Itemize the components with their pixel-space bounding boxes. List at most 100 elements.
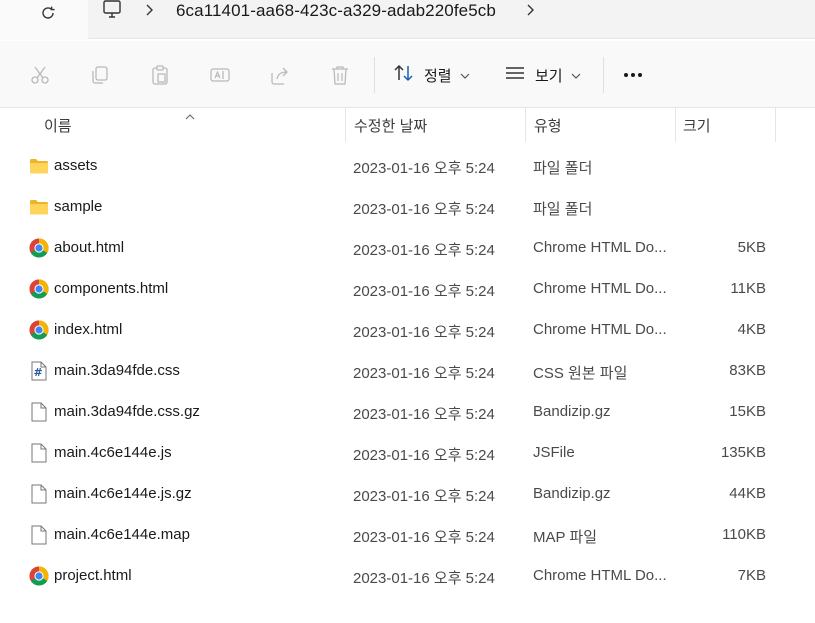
file-name: index.html xyxy=(54,321,123,338)
column-type-label: 유형 xyxy=(534,117,562,135)
file-type: 파일 폴더 xyxy=(533,160,593,177)
file-name: assets xyxy=(54,157,98,174)
rename-icon[interactable] xyxy=(208,63,232,87)
folder-icon xyxy=(29,156,49,176)
file-name: main.4c6e144e.js.gz xyxy=(54,485,192,502)
file-row[interactable]: index.html 2023-01-16 오후 5:24 Chrome HTML … xyxy=(0,310,815,351)
file-icon xyxy=(29,525,49,545)
chrome-icon xyxy=(29,279,49,299)
file-modified-date: 2023-01-16 오후 5:24 xyxy=(353,406,495,423)
file-row[interactable]: assets 2023-01-16 오후 5:24 파일 폴더 xyxy=(0,146,815,187)
file-size: 44KB xyxy=(729,485,766,502)
file-size: 4KB xyxy=(737,321,766,338)
file-size: 7KB xyxy=(737,567,766,584)
file-modified-date: 2023-01-16 오후 5:24 xyxy=(353,324,495,341)
scissors-icon[interactable] xyxy=(28,63,52,87)
this-pc-icon[interactable] xyxy=(102,0,124,20)
file-row[interactable]: sample 2023-01-16 오후 5:24 파일 폴더 xyxy=(0,187,815,228)
file-size: 11KB xyxy=(730,280,766,297)
file-type: CSS 원본 파일 xyxy=(533,365,628,382)
breadcrumb-folder[interactable]: 6ca11401-aa68-423c-a329-adab220fe5cb xyxy=(176,1,496,21)
file-row[interactable]: # main.3da94fde.css 2023-01-16 오후 5:24 CSS … xyxy=(0,351,815,392)
file-name: main.3da94fde.css.gz xyxy=(54,403,200,420)
chevron-right-icon[interactable] xyxy=(143,2,155,18)
file-type: 파일 폴더 xyxy=(533,201,593,218)
file-type: Chrome HTML Do... xyxy=(533,567,667,584)
folder-icon xyxy=(29,197,49,217)
file-type: JSFile xyxy=(533,444,575,461)
toolbar-divider xyxy=(603,57,604,93)
more-dot xyxy=(624,73,628,77)
file-icon xyxy=(29,443,49,463)
toolbar-divider xyxy=(374,57,375,93)
file-size: 83KB xyxy=(729,362,766,379)
file-modified-date: 2023-01-16 오후 5:24 xyxy=(353,160,495,177)
more-dot xyxy=(631,73,635,77)
file-row[interactable]: about.html 2023-01-16 오후 5:24 Chrome HTML … xyxy=(0,228,815,269)
file-modified-date: 2023-01-16 오후 5:24 xyxy=(353,447,495,464)
file-modified-date: 2023-01-16 오후 5:24 xyxy=(353,242,495,259)
column-header-row: 이름 수정한 날짜 유형 크기 xyxy=(0,108,815,142)
file-size: 15KB xyxy=(729,403,766,420)
file-name: main.3da94fde.css xyxy=(54,362,180,379)
file-icon xyxy=(29,402,49,422)
more-options-button[interactable] xyxy=(620,63,646,87)
file-icon xyxy=(29,484,49,504)
column-size-label: 크기 xyxy=(683,117,711,135)
chrome-icon xyxy=(29,238,49,258)
chevron-down-icon xyxy=(571,67,581,84)
sort-icon xyxy=(394,64,414,86)
file-modified-date: 2023-01-16 오후 5:24 xyxy=(353,529,495,546)
file-name: components.html xyxy=(54,280,169,297)
view-label: 보기 xyxy=(535,67,563,85)
chevron-right-icon[interactable] xyxy=(524,2,536,18)
file-name: project.html xyxy=(54,567,132,584)
column-name-label: 이름 xyxy=(44,117,72,135)
file-modified-date: 2023-01-16 오후 5:24 xyxy=(353,488,495,505)
column-header-size[interactable]: 크기 xyxy=(676,108,776,142)
file-name: main.4c6e144e.js xyxy=(54,444,172,461)
view-list-icon xyxy=(505,65,525,85)
file-size: 5KB xyxy=(737,239,766,256)
file-modified-date: 2023-01-16 오후 5:24 xyxy=(353,201,495,218)
sort-button[interactable]: 정렬 xyxy=(394,61,470,89)
refresh-icon[interactable] xyxy=(38,3,58,23)
address-bar: 6ca11401-aa68-423c-a329-adab220fe5cb xyxy=(0,0,815,40)
file-modified-date: 2023-01-16 오후 5:24 xyxy=(353,365,495,382)
file-type: Bandizip.gz xyxy=(533,485,611,502)
column-modified-label: 수정한 날짜 xyxy=(354,117,428,135)
css-file-icon: # xyxy=(29,361,49,381)
file-type: MAP 파일 xyxy=(533,529,598,546)
file-name: about.html xyxy=(54,239,125,256)
file-name: sample xyxy=(54,198,103,215)
trash-icon[interactable] xyxy=(328,63,352,87)
nav-area xyxy=(0,0,90,40)
column-header-type[interactable]: 유형 xyxy=(526,108,676,142)
column-header-modified[interactable]: 수정한 날짜 xyxy=(346,108,526,142)
share-icon[interactable] xyxy=(268,63,292,87)
file-size: 135KB xyxy=(720,444,766,461)
copy-icon[interactable] xyxy=(88,63,112,87)
view-button[interactable]: 보기 xyxy=(505,61,581,89)
more-dot xyxy=(638,73,642,77)
chevron-down-icon xyxy=(460,67,470,84)
file-row[interactable]: main.4c6e144e.js.gz 2023-01-16 오후 5:24 Ban… xyxy=(0,474,815,515)
file-row[interactable]: main.4c6e144e.js 2023-01-16 오후 5:24 JSFile… xyxy=(0,433,815,474)
file-row[interactable]: components.html 2023-01-16 오후 5:24 Chrome … xyxy=(0,269,815,310)
file-type: Chrome HTML Do... xyxy=(533,280,667,297)
command-bar: 정렬 보기 xyxy=(0,41,815,108)
chrome-icon xyxy=(29,320,49,340)
file-type: Bandizip.gz xyxy=(533,403,611,420)
file-name: main.4c6e144e.map xyxy=(54,526,190,543)
file-row[interactable]: main.3da94fde.css.gz 2023-01-16 오후 5:24 Ba… xyxy=(0,392,815,433)
sort-label: 정렬 xyxy=(424,67,452,85)
file-size: 110KB xyxy=(722,526,766,543)
column-header-name[interactable]: 이름 xyxy=(0,108,346,142)
file-row[interactable]: project.html 2023-01-16 오후 5:24 Chrome HTM… xyxy=(0,556,815,597)
svg-text:#: # xyxy=(34,366,43,379)
file-row[interactable]: main.4c6e144e.map 2023-01-16 오후 5:24 MAP 파… xyxy=(0,515,815,556)
file-type: Chrome HTML Do... xyxy=(533,239,667,256)
chrome-icon xyxy=(29,566,49,586)
file-modified-date: 2023-01-16 오후 5:24 xyxy=(353,570,495,587)
clipboard-icon[interactable] xyxy=(148,63,172,87)
